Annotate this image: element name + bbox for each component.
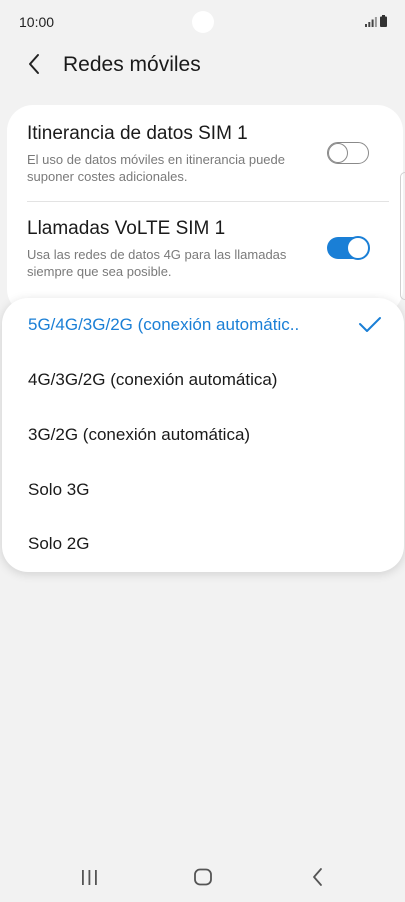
- data-roaming-toggle[interactable]: [327, 142, 369, 164]
- menu-option-label: 4G/3G/2G (conexión automática): [28, 370, 278, 389]
- status-icons: [365, 15, 387, 27]
- setting-volte-calls[interactable]: Llamadas VoLTE SIM 1 Usa las redes de da…: [27, 218, 389, 280]
- menu-option-5g-4g-3g-2g[interactable]: 5G/4G/3G/2G (conexión automátic..: [2, 298, 404, 353]
- app-bar: Redes móviles: [0, 44, 405, 88]
- navigation-bar: [0, 855, 405, 902]
- battery-icon: [380, 15, 387, 27]
- menu-option-only-2g[interactable]: Solo 2G: [2, 517, 404, 572]
- divider: [27, 201, 389, 202]
- menu-option-4g-3g-2g[interactable]: 4G/3G/2G (conexión automática): [2, 353, 404, 408]
- toggle-knob: [328, 143, 348, 163]
- home-icon[interactable]: [193, 867, 213, 892]
- settings-card: Itinerancia de datos SIM 1 El uso de dat…: [7, 105, 403, 315]
- menu-option-3g-2g[interactable]: 3G/2G (conexión automática): [2, 408, 404, 463]
- scroll-indicator[interactable]: [400, 172, 405, 300]
- setting-description: El uso de datos móviles en itinerancia p…: [27, 152, 285, 184]
- menu-option-label: Solo 2G: [28, 534, 90, 553]
- menu-option-label: 3G/2G (conexión automática): [28, 425, 251, 444]
- status-bar: 10:00: [0, 0, 405, 44]
- signal-icon: [365, 17, 377, 27]
- back-icon[interactable]: [309, 866, 325, 893]
- menu-option-only-3g[interactable]: Solo 3G: [2, 463, 404, 518]
- toggle-knob: [346, 236, 370, 260]
- chevron-left-icon: [27, 53, 41, 80]
- check-icon: [358, 316, 382, 339]
- page-title: Redes móviles: [63, 53, 201, 76]
- volte-calls-toggle[interactable]: [327, 236, 370, 260]
- menu-option-label: Solo 3G: [28, 480, 90, 499]
- back-button[interactable]: [18, 50, 50, 82]
- camera-cutout: [192, 11, 214, 33]
- status-time: 10:00: [19, 14, 55, 30]
- menu-option-label: 5G/4G/3G/2G (conexión automátic..: [28, 315, 300, 334]
- setting-data-roaming[interactable]: Itinerancia de datos SIM 1 El uso de dat…: [27, 123, 389, 185]
- setting-description: Usa las redes de datos 4G para las llama…: [27, 247, 287, 279]
- recents-icon[interactable]: [80, 867, 100, 892]
- network-mode-menu: 5G/4G/3G/2G (conexión automátic.. 4G/3G/…: [2, 298, 404, 572]
